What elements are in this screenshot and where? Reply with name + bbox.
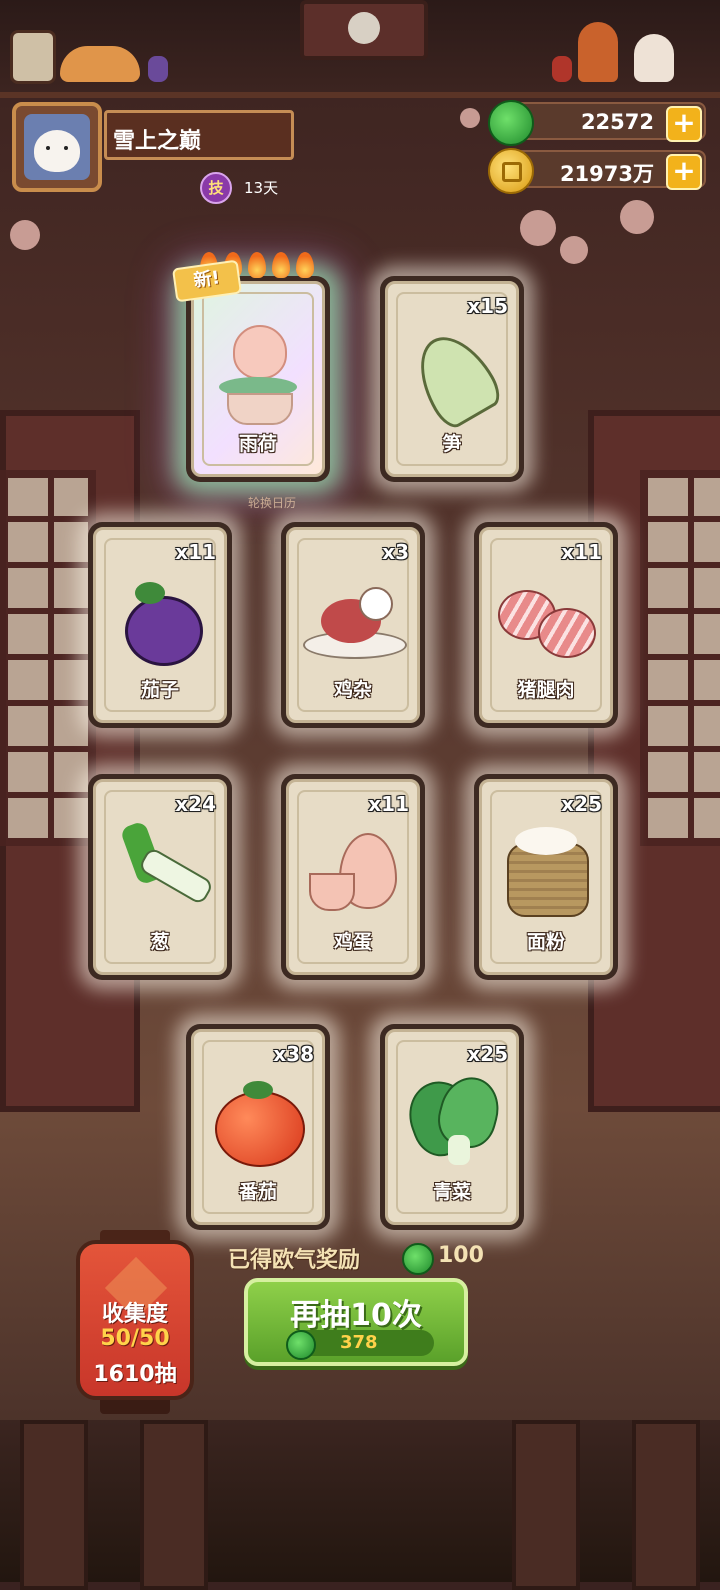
draw-again-label: 再抽10次: [290, 1298, 422, 1333]
fence-post: [140, 1420, 208, 1590]
jade-gem-icon: [402, 1243, 434, 1275]
add-coins-button[interactable]: +: [666, 154, 702, 190]
days-count: 13天: [244, 179, 279, 197]
eggplant-icon: [115, 576, 205, 667]
card-name: 番茄: [238, 1181, 277, 1203]
player-avatar-frame[interactable]: [12, 102, 102, 192]
stamp-decoration: [148, 56, 168, 82]
card-name: 鸡杂: [333, 679, 372, 701]
blossom: [520, 210, 556, 246]
reward-label: 已得欧气奖励: [228, 1248, 361, 1273]
ingredient-card-rare[interactable]: 雨荷 新!: [171, 252, 330, 482]
cat-figure-decoration: [634, 34, 674, 82]
ingredient-card[interactable]: x24 葱: [88, 774, 232, 980]
hanging-portrait: [300, 0, 428, 60]
pork-leg-icon: [498, 586, 596, 659]
bamboo-shoot-icon: [403, 323, 507, 434]
blossom: [10, 220, 40, 250]
left-window: [0, 470, 96, 846]
fence-post: [20, 1420, 88, 1590]
player-name-box: 雪上之巅: [104, 110, 294, 160]
card-count: x11: [175, 540, 216, 564]
collection-draws: 1610抽: [93, 1362, 177, 1387]
blossom: [620, 200, 654, 234]
ingredient-card[interactable]: x3 鸡杂: [281, 522, 425, 728]
coin-value: 21973万: [559, 162, 654, 186]
add-gems-button[interactable]: +: [666, 106, 702, 142]
blossom: [460, 108, 480, 128]
right-window: [640, 470, 720, 846]
coin-balance: 21973万 +: [488, 148, 706, 194]
card-name: 鸡蛋: [333, 931, 372, 953]
jade-gem-icon: [488, 100, 534, 146]
scallion-icon: [115, 820, 215, 923]
card-name: 青菜: [432, 1181, 471, 1203]
lotus-peach-icon: [213, 325, 303, 426]
fence-post: [512, 1420, 580, 1590]
scroll-decoration: [10, 30, 56, 84]
card-count: x25: [467, 1042, 508, 1066]
ingredient-card[interactable]: x25 面粉: [474, 774, 618, 980]
bok-choy-icon: [399, 1070, 507, 1171]
gem-balance: 22572 +: [488, 100, 706, 146]
stamp-decoration: [552, 56, 572, 82]
card-name: 葱: [150, 931, 170, 953]
card-name: 茄子: [140, 679, 179, 701]
ingredient-card[interactable]: x15 笋: [380, 276, 524, 482]
card-count: x24: [175, 792, 216, 816]
collection-progress: 50/50: [100, 1326, 170, 1351]
draw-again-button[interactable]: 再抽10次 378: [244, 1278, 468, 1366]
flame-icon: [248, 252, 266, 278]
draw-cost: 378: [340, 1332, 378, 1353]
card-name: 笋: [442, 433, 462, 455]
card-name: 面粉: [526, 931, 565, 953]
chicken-giblets-icon: [303, 581, 407, 661]
avatar: [24, 114, 90, 180]
coin-icon: [488, 148, 534, 194]
card-count: x11: [368, 792, 409, 816]
jade-gem-icon: [286, 1330, 316, 1360]
chef-figure-decoration: [578, 22, 618, 82]
flame-icon: [296, 252, 314, 278]
tomato-icon: [213, 1081, 305, 1168]
egg-icon: [305, 833, 401, 913]
ingredient-card[interactable]: x38 番茄: [186, 1024, 330, 1230]
card-count: x11: [561, 540, 602, 564]
floor: [0, 1420, 720, 1582]
flour-sack-icon: [501, 825, 591, 921]
card-name: 雨荷: [238, 433, 277, 455]
card-count: x38: [273, 1042, 314, 1066]
flame-icon: [272, 252, 290, 278]
card-count: x3: [382, 540, 409, 564]
card-name: 猪腿肉: [517, 679, 575, 701]
cat-avatar-icon: [34, 130, 80, 172]
ingredient-card[interactable]: x11 猪腿肉: [474, 522, 618, 728]
skill-badge-icon[interactable]: 技: [200, 172, 232, 204]
fence-post: [632, 1420, 700, 1590]
card-count: x15: [467, 294, 508, 318]
player-name: 雪上之巅: [113, 129, 202, 154]
collection-title: 收集度: [101, 1302, 168, 1327]
rotation-calendar-note: 轮换日历: [247, 496, 296, 510]
collection-lantern[interactable]: 收集度 50/50 1610抽: [76, 1230, 194, 1414]
ingredient-card[interactable]: x11 茄子: [88, 522, 232, 728]
gem-value: 22572: [580, 110, 654, 134]
card-count: x25: [561, 792, 602, 816]
ingredient-card[interactable]: x25 青菜: [380, 1024, 524, 1230]
cat-decoration: [60, 46, 140, 82]
reward-value: 100: [438, 1243, 484, 1268]
blossom: [560, 236, 588, 264]
ingredient-card[interactable]: x11 鸡蛋: [281, 774, 425, 980]
